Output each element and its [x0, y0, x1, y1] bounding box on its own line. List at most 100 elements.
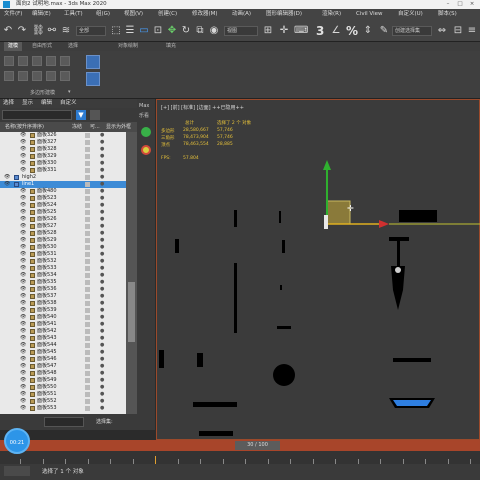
freeze-toggle-icon[interactable] [85, 350, 90, 355]
explorer-scrollbar[interactable] [126, 132, 137, 414]
edit-poly-icon[interactable] [18, 56, 28, 66]
list-item[interactable]: 👁 面板539 ● [0, 307, 126, 314]
renderable-toggle-icon[interactable]: ● [100, 209, 104, 216]
list-item[interactable]: 👁 面板530 ● [0, 244, 126, 251]
window-crossing-icon[interactable]: ⊡ [152, 25, 164, 37]
visibility-eye-icon[interactable]: 👁 [20, 377, 28, 384]
freeze-toggle-icon[interactable] [85, 406, 90, 411]
visibility-eye-icon[interactable]: 👁 [20, 328, 28, 335]
visibility-eye-icon[interactable]: 👁 [20, 202, 28, 209]
list-item[interactable]: 👁 面板538 ● [0, 300, 126, 307]
visibility-eye-icon[interactable]: 👁 [20, 146, 28, 153]
reference-coordinate-dropdown[interactable]: 视图 [224, 26, 258, 36]
menu-modifiers[interactable]: 修改器(M) [192, 9, 218, 20]
link-icon[interactable]: ⛓ [32, 25, 45, 37]
visibility-eye-icon[interactable]: 👁 [20, 391, 28, 398]
visibility-eye-icon[interactable]: 👁 [20, 272, 28, 279]
polygon-mode-large-icon[interactable] [86, 55, 100, 69]
explorer-scroll-thumb[interactable] [128, 282, 135, 342]
list-item[interactable]: 👁 面板527 ● [0, 223, 126, 230]
list-item[interactable]: 👁 面板532 ● [0, 258, 126, 265]
viewport-scene[interactable]: ✛ [157, 100, 480, 441]
pivot-center-icon[interactable]: ⊞ [262, 25, 274, 37]
menu-group[interactable]: 组(G) [96, 9, 110, 20]
list-item[interactable]: 👁 面板331 ● [0, 167, 126, 174]
freeze-toggle-icon[interactable] [85, 196, 90, 201]
freeze-toggle-icon[interactable] [85, 231, 90, 236]
menu-graph-editors[interactable]: 图形编辑器(D) [266, 9, 302, 20]
freeze-toggle-icon[interactable] [85, 287, 90, 292]
visibility-eye-icon[interactable]: 👁 [20, 405, 28, 412]
renderable-toggle-icon[interactable]: ● [100, 160, 104, 167]
renderable-toggle-icon[interactable]: ● [100, 328, 104, 335]
list-item[interactable]: 👁 面板330 ● [0, 160, 126, 167]
modify-mode-icon[interactable] [32, 71, 42, 81]
visibility-eye-icon[interactable]: 👁 [20, 321, 28, 328]
renderable-toggle-icon[interactable]: ● [100, 174, 104, 181]
spinner-snap-icon[interactable]: ⇕ [362, 25, 374, 37]
menu-tools[interactable]: 工具(T) [64, 9, 83, 20]
list-item[interactable]: 👁 面板480 ● [0, 188, 126, 195]
polygon-modeling-icon[interactable] [4, 56, 14, 66]
green-status-icon[interactable] [141, 127, 151, 137]
list-item[interactable]: 👁 面板548 ● [0, 370, 126, 377]
time-slider-thumb[interactable]: 30 / 100 [235, 441, 280, 450]
current-frame-marker[interactable] [155, 456, 156, 464]
list-item[interactable]: 👁 面板529 ● [0, 237, 126, 244]
column-renderable[interactable]: 可... [90, 122, 100, 132]
list-item[interactable]: 👁 面板553 ● [0, 405, 126, 412]
renderable-toggle-icon[interactable]: ● [100, 132, 104, 139]
list-item[interactable]: 👁 面板328 ● [0, 146, 126, 153]
renderable-toggle-icon[interactable]: ● [100, 377, 104, 384]
renderable-toggle-icon[interactable]: ● [100, 272, 104, 279]
visibility-eye-icon[interactable]: 👁 [20, 286, 28, 293]
renderable-toggle-icon[interactable]: ● [100, 188, 104, 195]
rect-selection-icon[interactable]: ▭ [138, 25, 150, 37]
minimize-button[interactable]: – [442, 0, 454, 9]
visibility-eye-icon[interactable]: 👁 [20, 244, 28, 251]
renderable-toggle-icon[interactable]: ● [100, 335, 104, 342]
list-item[interactable]: 👁 面板549 ● [0, 377, 126, 384]
freeze-toggle-icon[interactable] [85, 161, 90, 166]
list-item[interactable]: 👁 high2 ● [0, 174, 126, 181]
list-item[interactable]: 👁 面板531 ● [0, 251, 126, 258]
visibility-eye-icon[interactable]: 👁 [20, 153, 28, 160]
angle-snap-icon[interactable]: ∠ [330, 25, 342, 37]
visibility-eye-icon[interactable]: 👁 [20, 398, 28, 405]
renderable-toggle-icon[interactable]: ● [100, 356, 104, 363]
visibility-eye-icon[interactable]: 👁 [20, 132, 28, 139]
renderable-toggle-icon[interactable]: ● [100, 202, 104, 209]
renderable-toggle-icon[interactable]: ● [100, 181, 104, 188]
tab-freeform[interactable]: 自由形式 [32, 42, 52, 51]
visibility-eye-icon[interactable]: 👁 [20, 265, 28, 272]
menu-views[interactable]: 视图(V) [124, 9, 143, 20]
freeze-toggle-icon[interactable] [85, 175, 90, 180]
move-icon[interactable]: ✥ [166, 25, 178, 37]
freeze-toggle-icon[interactable] [85, 392, 90, 397]
column-display-as-box[interactable]: 显示为外框 [106, 122, 131, 132]
select-manipulate-icon[interactable]: ✛ [278, 25, 290, 37]
align-icon[interactable]: ⊟ [452, 25, 464, 37]
menu-edit[interactable]: 编辑(E) [32, 9, 51, 20]
column-name[interactable]: 名称(按升序排序) [5, 122, 44, 132]
freeze-toggle-icon[interactable] [85, 294, 90, 299]
selection-set-dropdown[interactable] [44, 417, 84, 427]
renderable-toggle-icon[interactable]: ● [100, 307, 104, 314]
maxscript-listener[interactable] [4, 466, 30, 476]
menu-civil-view[interactable]: Civil View [356, 9, 382, 20]
color-wheel-icon[interactable] [141, 145, 151, 155]
mirror-icon[interactable]: ⇔ [436, 25, 448, 37]
list-item[interactable]: 👁 面板541 ● [0, 321, 126, 328]
named-selection-sets-dropdown[interactable]: 创建选择集 [392, 26, 432, 36]
border-icon[interactable] [60, 56, 70, 66]
collapse-stack-icon[interactable] [60, 71, 70, 81]
tab-populate[interactable]: 填充 [166, 42, 176, 51]
renderable-toggle-icon[interactable]: ● [100, 300, 104, 307]
place-icon[interactable]: ◉ [208, 25, 220, 37]
named-selection-icon[interactable]: ✎ [378, 25, 390, 37]
list-item[interactable]: 👁 面板326 ● [0, 132, 126, 139]
vertex-icon[interactable] [32, 56, 42, 66]
freeze-toggle-icon[interactable] [85, 301, 90, 306]
undo-icon[interactable]: ↶ [2, 25, 14, 37]
list-item[interactable]: 👁 面板540 ● [0, 314, 126, 321]
